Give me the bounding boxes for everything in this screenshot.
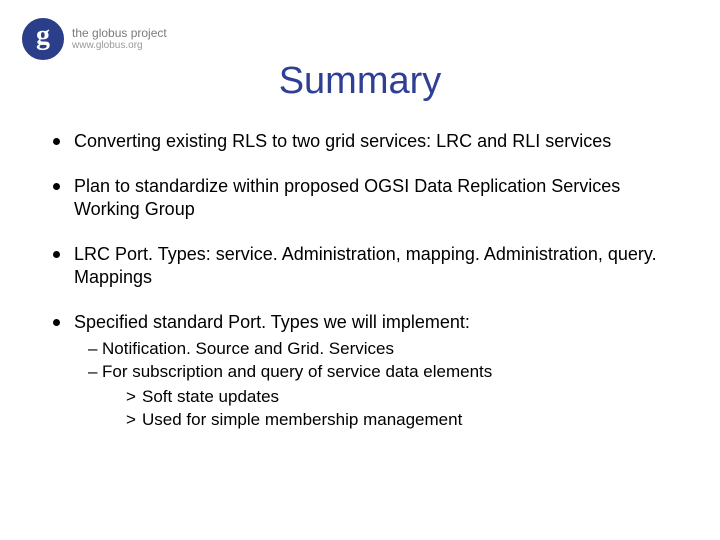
logo-text: the globus project www.globus.org [72, 26, 167, 52]
slide-content: Converting existing RLS to two grid serv… [48, 130, 690, 440]
bullet-text: LRC Port. Types: service. Administration… [74, 244, 657, 287]
sub2-bullet-item: Used for simple membership management [126, 409, 690, 432]
bullet-text: Specified standard Port. Types we will i… [74, 312, 470, 332]
sub-bullet-item: For subscription and query of service da… [88, 361, 690, 432]
sub-bullet-text: Notification. Source and Grid. Services [102, 339, 394, 358]
logo-area: the globus project www.globus.org [22, 18, 167, 60]
bullet-text: Converting existing RLS to two grid serv… [74, 131, 611, 151]
logo-line1: the globus project [72, 26, 167, 40]
slide-title: Summary [0, 60, 720, 103]
bullet-item: Plan to standardize within proposed OGSI… [48, 175, 690, 221]
sub-bullet-text: For subscription and query of service da… [102, 362, 492, 381]
sub2-bullet-text: Soft state updates [142, 387, 279, 406]
logo-line2: www.globus.org [72, 40, 167, 52]
bullet-item: Specified standard Port. Types we will i… [48, 311, 690, 432]
bullet-text: Plan to standardize within proposed OGSI… [74, 176, 620, 219]
sub2-bullet-text: Used for simple membership management [142, 410, 462, 429]
bullet-item: Converting existing RLS to two grid serv… [48, 130, 690, 153]
sub-bullet-item: Notification. Source and Grid. Services [88, 338, 690, 361]
globus-logo-icon [22, 18, 64, 60]
sub2-bullet-item: Soft state updates [126, 386, 690, 409]
bullet-item: LRC Port. Types: service. Administration… [48, 243, 690, 289]
